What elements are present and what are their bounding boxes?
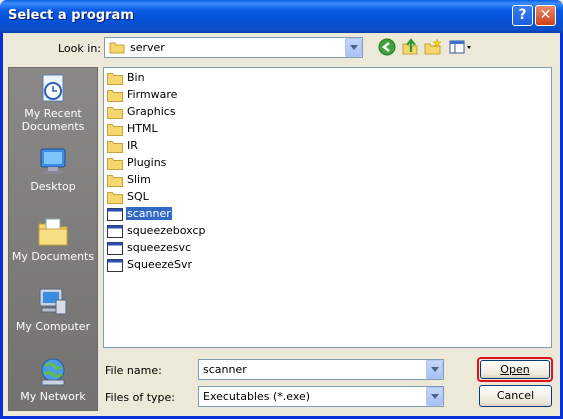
place-label: My Recent Documents <box>21 107 85 133</box>
folder-icon <box>107 157 123 170</box>
folder-icon <box>107 123 123 136</box>
file-name-value: scanner <box>203 363 247 376</box>
file-name: Graphics <box>127 105 176 118</box>
file-name: Bin <box>127 71 145 84</box>
file-list-item[interactable]: Firmware <box>107 87 178 103</box>
executable-icon <box>107 258 123 272</box>
file-name: scanner <box>126 207 172 220</box>
folder-icon <box>109 42 125 54</box>
places-bar: My Recent Documents Desktop My Documents… <box>8 67 98 411</box>
window-title: Select a program <box>8 8 134 23</box>
chevron-down-icon[interactable] <box>426 387 443 406</box>
new-folder-icon[interactable] <box>424 38 442 56</box>
folder-icon <box>107 191 123 204</box>
file-list-item[interactable]: SQL <box>107 189 150 205</box>
place-my-network[interactable]: My Network <box>9 356 97 403</box>
look-in-value: server <box>130 41 165 54</box>
file-list-item[interactable]: squeezesvc <box>107 240 192 256</box>
view-menu-icon[interactable] <box>449 38 473 56</box>
files-of-type-label: Files of type: <box>105 391 176 404</box>
folder-icon <box>107 106 123 119</box>
file-name-label: File name: <box>105 364 162 377</box>
close-button[interactable]: ✕ <box>535 5 556 26</box>
file-list-item[interactable]: scanner <box>107 206 172 222</box>
place-label: My Documents <box>11 250 95 263</box>
desktop-icon <box>40 148 66 174</box>
file-list-item[interactable]: Plugins <box>107 155 167 171</box>
back-icon[interactable] <box>378 38 396 56</box>
file-name: SqueezeSvr <box>127 258 193 271</box>
my-documents-icon <box>38 218 68 246</box>
file-name: Slim <box>127 173 151 186</box>
file-list-item[interactable]: IR <box>107 138 139 154</box>
file-name: Firmware <box>127 88 178 101</box>
place-label: My Computer <box>15 320 91 333</box>
file-list-item[interactable]: Slim <box>107 172 152 188</box>
file-name: HTML <box>127 122 158 135</box>
folder-icon <box>107 89 123 102</box>
place-my-recent-documents[interactable]: My Recent Documents <box>9 73 97 133</box>
file-list-item[interactable]: SqueezeSvr <box>107 257 193 273</box>
place-label: My Network <box>20 390 86 403</box>
place-desktop[interactable]: Desktop <box>9 146 97 193</box>
help-button[interactable]: ? <box>512 5 533 26</box>
file-list-item[interactable]: HTML <box>107 121 159 137</box>
recent-documents-icon <box>42 74 64 102</box>
file-name: IR <box>127 139 138 152</box>
executable-icon <box>107 207 123 221</box>
place-label: Desktop <box>30 180 76 193</box>
look-in-label: Look in: <box>58 42 101 55</box>
folder-icon <box>107 140 123 153</box>
file-name: squeezeboxcp <box>127 224 206 237</box>
up-folder-icon[interactable] <box>401 38 419 56</box>
look-in-dropdown[interactable]: server <box>104 37 363 58</box>
file-name: squeezesvc <box>127 241 192 254</box>
my-network-icon <box>41 358 65 386</box>
files-of-type-value: Executables (*.exe) <box>203 390 311 403</box>
file-list-item[interactable]: Bin <box>107 70 146 86</box>
place-my-computer[interactable]: My Computer <box>9 286 97 333</box>
open-button[interactable]: Open <box>480 360 550 379</box>
executable-icon <box>107 224 123 238</box>
cancel-button[interactable]: Cancel <box>479 385 552 407</box>
chevron-down-icon[interactable] <box>426 360 443 379</box>
cancel-button-label: Cancel <box>496 389 535 402</box>
executable-icon <box>107 241 123 255</box>
file-list-item[interactable]: Graphics <box>107 104 177 120</box>
chevron-down-icon[interactable] <box>345 38 362 57</box>
place-my-documents[interactable]: My Documents <box>9 216 97 263</box>
file-list[interactable]: Bin Firmware Graphics HTML IR Plugins Slim SQL s… <box>103 67 552 348</box>
files-of-type-dropdown[interactable]: Executables (*.exe) <box>198 386 444 407</box>
file-name: SQL <box>127 190 149 203</box>
title-bar[interactable]: Select a program ? ✕ <box>0 0 563 33</box>
my-computer-icon <box>39 288 67 315</box>
folder-icon <box>107 174 123 187</box>
file-name: Plugins <box>127 156 167 169</box>
file-name-input[interactable]: scanner <box>198 359 444 380</box>
folder-icon <box>107 72 123 85</box>
open-button-label: Open <box>500 363 530 376</box>
file-list-item[interactable]: squeezeboxcp <box>107 223 206 239</box>
